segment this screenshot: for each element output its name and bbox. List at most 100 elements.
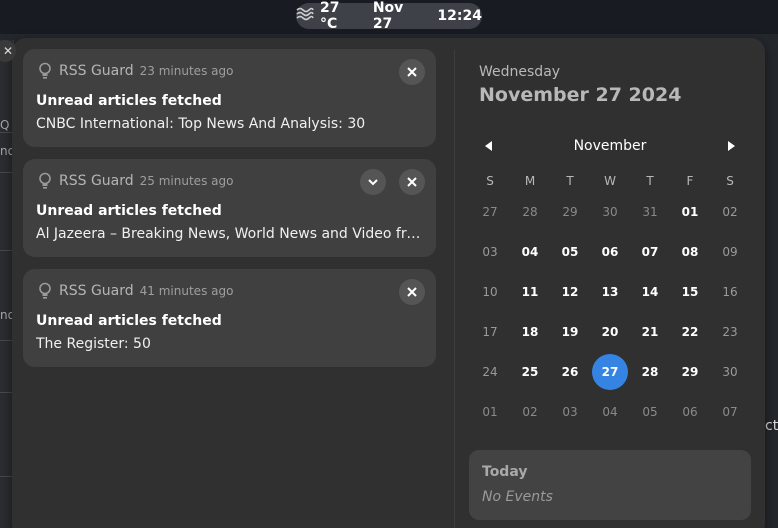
calendar-day[interactable]: 10 [470, 272, 510, 312]
calendar-day[interactable]: 02 [510, 392, 550, 432]
calendar-day[interactable]: 13 [590, 272, 630, 312]
calendar-day-label: 14 [641, 285, 659, 299]
calendar-grid: S M T W T F S 27 28 29 30 31 01 02 03 04 05 06 07 08… [470, 170, 750, 432]
lightbulb-icon [39, 282, 51, 299]
calendar-day-label: 01 [482, 405, 498, 419]
calendar-week: 01 02 03 04 05 06 07 [470, 392, 750, 432]
calendar-day[interactable]: 12 [550, 272, 590, 312]
calendar-day[interactable]: 30 [590, 192, 630, 232]
notification-card[interactable]: RSS Guard 23 minutes ago Unread articles… [23, 49, 436, 147]
calendar-day-label: 27 [482, 205, 498, 219]
calendar-day[interactable]: 07 [710, 392, 750, 432]
notification-body: CNBC International: Top News And Analysi… [36, 116, 366, 132]
close-button[interactable] [399, 169, 425, 195]
close-icon [407, 67, 417, 77]
clock-time: 12:24 [437, 8, 482, 24]
calendar-day-label: 01 [681, 205, 699, 219]
calendar-day[interactable]: 16 [710, 272, 750, 312]
calendar-day[interactable]: 01 [670, 192, 710, 232]
clock-date: Nov 27 [372, 0, 404, 32]
notification-title: Unread articles fetched [36, 93, 222, 109]
calendar-day[interactable]: 08 [670, 232, 710, 272]
next-month-button[interactable] [723, 138, 739, 154]
lightbulb-icon [39, 172, 51, 189]
close-button[interactable] [399, 279, 425, 305]
calendar-day[interactable]: 28 [510, 192, 550, 232]
calendar-day[interactable]: 30 [710, 352, 750, 392]
calendar-day[interactable]: 23 [710, 312, 750, 352]
calendar-day[interactable]: 24 [470, 352, 510, 392]
calendar-day-label: 11 [521, 285, 539, 299]
expand-button[interactable] [360, 169, 386, 195]
calendar-day-label: 06 [601, 245, 619, 259]
calendar-day-label: 13 [601, 285, 619, 299]
calendar-day[interactable]: 14 [630, 272, 670, 312]
calendar-day[interactable]: 01 [470, 392, 510, 432]
calendar-day-label: 05 [642, 405, 658, 419]
calendar-day[interactable]: 15 [670, 272, 710, 312]
current-date[interactable]: November 27 2024 [479, 84, 681, 106]
calendar-day[interactable]: 29 [550, 192, 590, 232]
calendar-day-label: 05 [561, 245, 579, 259]
notification-time: 25 minutes ago [139, 174, 234, 188]
calendar-day[interactable]: 05 [550, 232, 590, 272]
calendar-day[interactable]: 02 [710, 192, 750, 232]
calendar-day-label: 24 [482, 365, 498, 379]
calendar-day-label: 07 [722, 405, 738, 419]
calendar-week: 10 11 12 13 14 15 16 [470, 272, 750, 312]
calendar-day[interactable]: 25 [510, 352, 550, 392]
calendar-day-label: 07 [641, 245, 659, 259]
calendar-day-label: 31 [642, 205, 658, 219]
calendar-day-label: 25 [521, 365, 539, 379]
calendar-day[interactable]: 06 [590, 232, 630, 272]
events-section[interactable]: Today No Events [469, 450, 751, 520]
calendar-week: 24 25 26 27 28 29 30 [470, 352, 750, 392]
calendar-day[interactable]: 28 [630, 352, 670, 392]
close-icon [407, 177, 417, 187]
calendar-day-label: 16 [722, 285, 738, 299]
close-icon [407, 287, 417, 297]
calendar-day-label: 18 [521, 325, 539, 339]
notification-title: Unread articles fetched [36, 313, 222, 329]
calendar-day[interactable]: 03 [550, 392, 590, 432]
calendar-day[interactable]: 05 [630, 392, 670, 432]
calendar-day-label: 09 [722, 245, 738, 259]
calendar-day[interactable]: 19 [550, 312, 590, 352]
close-button[interactable] [399, 59, 425, 85]
calendar-day[interactable]: 04 [510, 232, 550, 272]
calendar-day[interactable]: 31 [630, 192, 670, 232]
day-header: S [726, 174, 734, 188]
calendar-day[interactable]: 20 [590, 312, 630, 352]
calendar-day[interactable]: 22 [670, 312, 710, 352]
clock-button[interactable]: 27 °C Nov 27 12:24 [296, 0, 482, 32]
previous-month-button[interactable] [481, 138, 497, 154]
notification-time: 23 minutes ago [139, 64, 234, 78]
calendar-day[interactable]: 03 [470, 232, 510, 272]
notification-card[interactable]: RSS Guard 25 minutes ago Unread articles… [23, 159, 436, 257]
calendar-day[interactable]: 09 [710, 232, 750, 272]
calendar-day[interactable]: 06 [670, 392, 710, 432]
calendar-day[interactable]: 26 [550, 352, 590, 392]
notification-title: Unread articles fetched [36, 203, 222, 219]
notification-card[interactable]: RSS Guard 41 minutes ago Unread articles… [23, 269, 436, 367]
calendar-day[interactable]: 11 [510, 272, 550, 312]
calendar-day[interactable]: 07 [630, 232, 670, 272]
fog-icon [296, 7, 314, 25]
calendar-day-label: 06 [682, 405, 698, 419]
calendar-day[interactable]: 18 [510, 312, 550, 352]
day-header: S [486, 174, 494, 188]
calendar-day-label: 30 [602, 205, 618, 219]
calendar-day[interactable]: 04 [590, 392, 630, 432]
events-title: Today [482, 464, 528, 480]
calendar-day-label: 15 [681, 285, 699, 299]
calendar-day[interactable]: 29 [670, 352, 710, 392]
calendar-day[interactable]: 27 [470, 192, 510, 232]
calendar-day[interactable]: 17 [470, 312, 510, 352]
calendar-day[interactable]: 27 [590, 352, 630, 392]
current-weekday[interactable]: Wednesday [479, 64, 560, 80]
popover-divider [454, 50, 455, 528]
calendar-day-label: 23 [722, 325, 738, 339]
calendar-day-label: 10 [482, 285, 498, 299]
day-header: M [524, 174, 536, 188]
calendar-day[interactable]: 21 [630, 312, 670, 352]
